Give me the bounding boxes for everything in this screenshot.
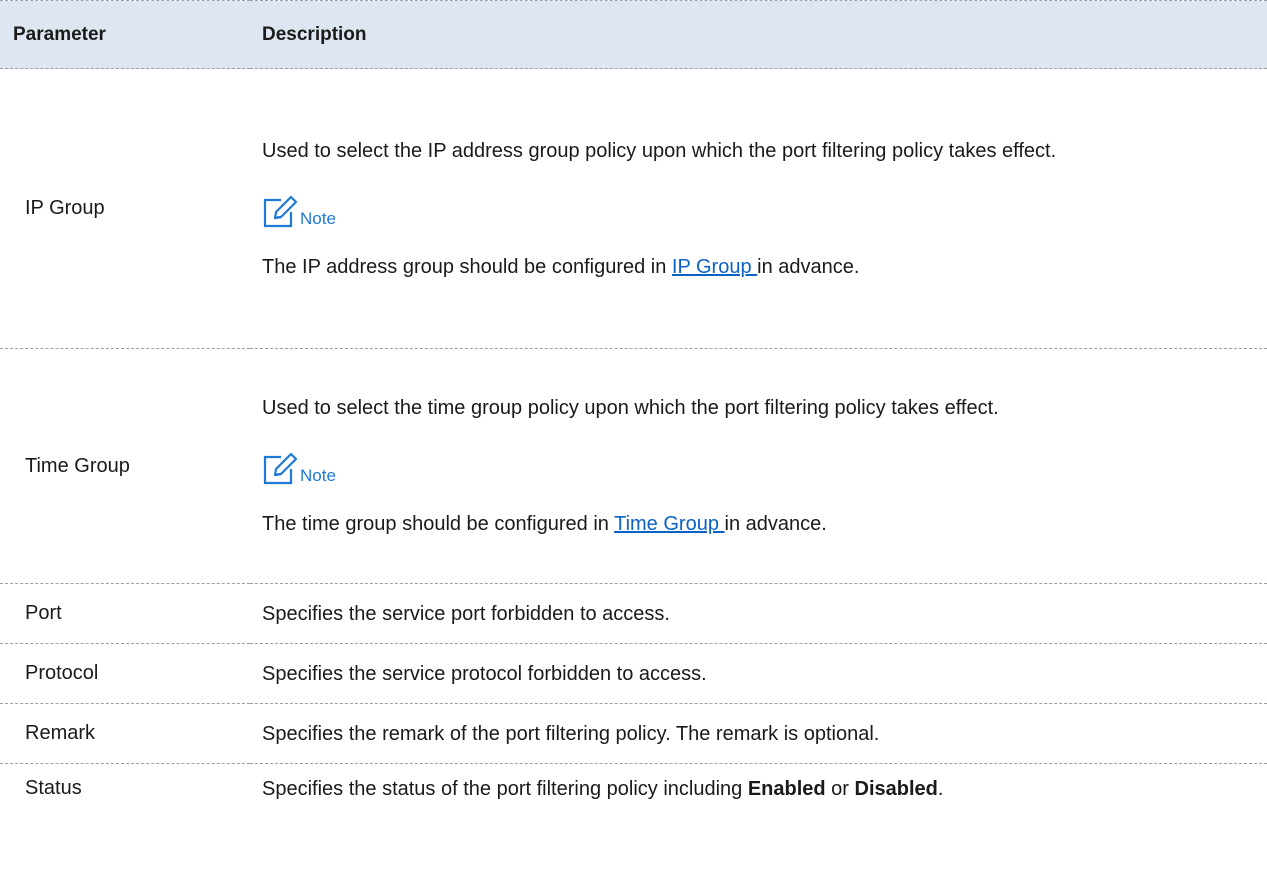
note-text-after: in advance.: [757, 255, 860, 278]
table-header-row: Parameter Description: [0, 0, 1267, 69]
note-text-before: The IP address group should be configure…: [262, 255, 672, 278]
status-text-mid: or: [825, 777, 855, 800]
desc-text: Used to select the time group policy upo…: [262, 397, 999, 419]
note-edit-icon: [263, 195, 298, 227]
table-row: Protocol Specifies the service protocol …: [0, 643, 1267, 704]
desc-text: Used to select the IP address group poli…: [262, 139, 1057, 162]
note-block: Note: [262, 191, 1257, 229]
status-enabled-term: Enabled: [747, 777, 826, 800]
note-text: The time group should be configured in T…: [262, 508, 1257, 540]
param-name-protocol: Protocol: [0, 643, 250, 704]
param-desc-port: Specifies the service port forbidden to …: [250, 583, 1267, 644]
status-disabled-term: Disabled: [854, 777, 938, 800]
param-desc-ip-group: Used to select the IP address group poli…: [250, 68, 1267, 349]
note-label: Note: [300, 208, 336, 228]
param-desc-protocol: Specifies the service protocol forbidden…: [250, 643, 1267, 704]
note-text: The IP address group should be configure…: [262, 251, 1257, 283]
table-row: Status Specifies the status of the port …: [0, 764, 1267, 814]
note-label: Note: [300, 466, 336, 485]
note-edit-icon: [263, 452, 298, 485]
param-desc-status: Specifies the status of the port filteri…: [250, 764, 1267, 814]
note-text-before: The time group should be configured in: [262, 513, 615, 535]
status-text-end: .: [937, 777, 944, 800]
param-name-port: Port: [0, 583, 250, 644]
table-row: Remark Specifies the remark of the port …: [0, 703, 1267, 764]
table-row: IP Group Used to select the IP address g…: [0, 68, 1267, 349]
param-name-ip-group: IP Group: [0, 68, 250, 349]
header-parameter: Parameter: [0, 0, 250, 69]
param-name-status: Status: [25, 777, 82, 800]
time-group-link[interactable]: Time Group: [614, 513, 724, 535]
header-description: Description: [250, 0, 1267, 69]
table-row: Time Group Used to select the time group…: [0, 348, 1267, 584]
parameter-table: Parameter Description IP Group Used to s…: [0, 0, 1267, 814]
ip-group-link[interactable]: IP Group: [672, 256, 757, 278]
status-text-before: Specifies the status of the port filteri…: [262, 777, 748, 800]
table-row: Port Specifies the service port forbidde…: [0, 583, 1267, 644]
param-name-time-group: Time Group: [0, 348, 250, 584]
param-name-remark: Remark: [0, 703, 250, 764]
param-desc-time-group: Used to select the time group policy upo…: [250, 348, 1267, 584]
note-block: Note: [262, 448, 1257, 486]
note-text-after: in advance.: [724, 513, 827, 535]
param-desc-remark: Specifies the remark of the port filteri…: [250, 703, 1267, 764]
